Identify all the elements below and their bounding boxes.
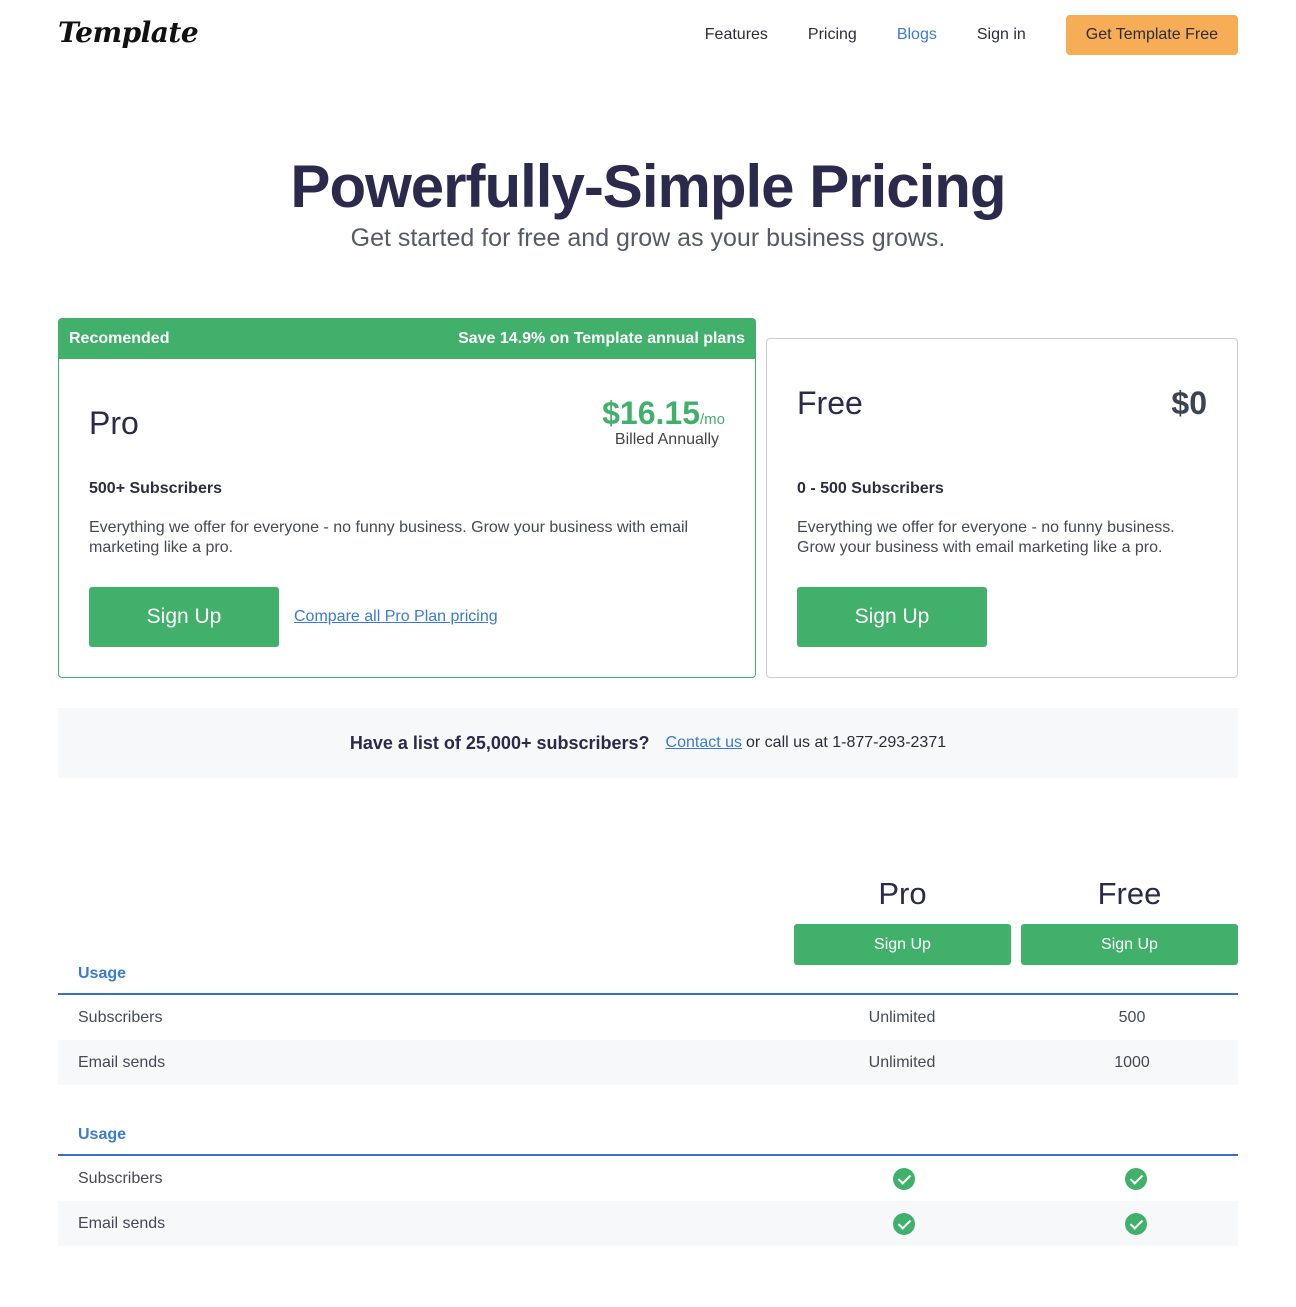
nav-pricing[interactable]: Pricing — [808, 15, 857, 55]
free-sign-up-button[interactable]: Sign Up — [797, 587, 987, 647]
free-plan-card: Free $0 0 - 500 Subscribers Everything w… — [766, 338, 1238, 678]
table-row: Email sends — [58, 1201, 1238, 1246]
annual-savings-label: Save 14.9% on Template annual plans — [458, 330, 745, 347]
pro-subscribers: 500+ Subscribers — [89, 480, 222, 497]
section-label-usage: Usage — [78, 965, 127, 982]
compare-pro-sign-up-button[interactable]: Sign Up — [794, 924, 1011, 965]
row-label: Email sends — [78, 1053, 166, 1071]
compare-free-sign-up-button[interactable]: Sign Up — [1021, 924, 1238, 965]
phone-text: or call us at 1-877-293-2371 — [746, 734, 947, 751]
nav-features[interactable]: Features — [705, 15, 768, 55]
table-row: Subscribers Unlimited 500 — [58, 995, 1238, 1040]
check-icon — [893, 1213, 915, 1235]
pro-price-unit: /mo — [699, 411, 725, 428]
free-subscribers: 0 - 500 Subscribers — [797, 480, 944, 497]
section-label-usage: Usage — [78, 1126, 127, 1143]
get-template-free-button[interactable]: Get Template Free — [1065, 15, 1238, 55]
page-title: Powerfully-Simple Pricing — [290, 153, 1006, 220]
page-subtitle: Get started for free and grow as your bu… — [350, 224, 946, 252]
row-value-free: 500 — [1118, 1008, 1146, 1026]
check-icon — [893, 1168, 915, 1190]
free-plan-price: $0 — [1171, 385, 1207, 421]
free-description: Everything we offer for everyone - no fu… — [797, 519, 1175, 556]
pro-plan-card: Recomended Save 14.9% on Template annual… — [58, 318, 756, 678]
table-row: Subscribers — [58, 1156, 1238, 1201]
pro-price-amount: $16.15 — [602, 395, 700, 431]
compare-column-free: Free — [1097, 876, 1162, 911]
check-icon — [1125, 1213, 1147, 1235]
recommended-banner: Recomended Save 14.9% on Template annual… — [59, 319, 755, 359]
pro-plan-price: $16.15/mo — [602, 395, 725, 432]
row-label: Subscribers — [78, 1008, 163, 1026]
check-icon — [1125, 1168, 1147, 1190]
row-label: Subscribers — [78, 1169, 163, 1187]
pro-description: Everything we offer for everyone - no fu… — [89, 519, 689, 556]
pro-plan-name: Pro — [89, 405, 139, 441]
nav-sign-in[interactable]: Sign in — [977, 15, 1026, 55]
contact-us-link[interactable]: Contact us — [666, 734, 742, 752]
free-plan-name: Free — [797, 385, 863, 421]
main-nav: Features Pricing Blogs Sign in Get Templ… — [665, 15, 1238, 55]
compare-pro-pricing-link[interactable]: Compare all Pro Plan pricing — [294, 608, 498, 626]
compare-column-pro: Pro — [878, 876, 927, 911]
logo[interactable]: Template — [58, 16, 199, 49]
pro-sign-up-button[interactable]: Sign Up — [89, 587, 279, 647]
nav-blogs[interactable]: Blogs — [897, 15, 937, 55]
row-value-pro: Unlimited — [868, 1008, 936, 1026]
row-label: Email sends — [78, 1214, 166, 1232]
enterprise-contact-banner: Have a list of 25,000+ subscribers? Cont… — [58, 708, 1238, 778]
row-value-pro: Unlimited — [868, 1053, 936, 1071]
recommended-label: Recomended — [69, 330, 170, 347]
enterprise-question: Have a list of 25,000+ subscribers? — [349, 732, 650, 753]
row-value-free: 1000 — [1114, 1053, 1150, 1071]
table-row: Email sends Unlimited 1000 — [58, 1040, 1238, 1085]
pro-billing-note: Billed Annually — [614, 431, 719, 448]
